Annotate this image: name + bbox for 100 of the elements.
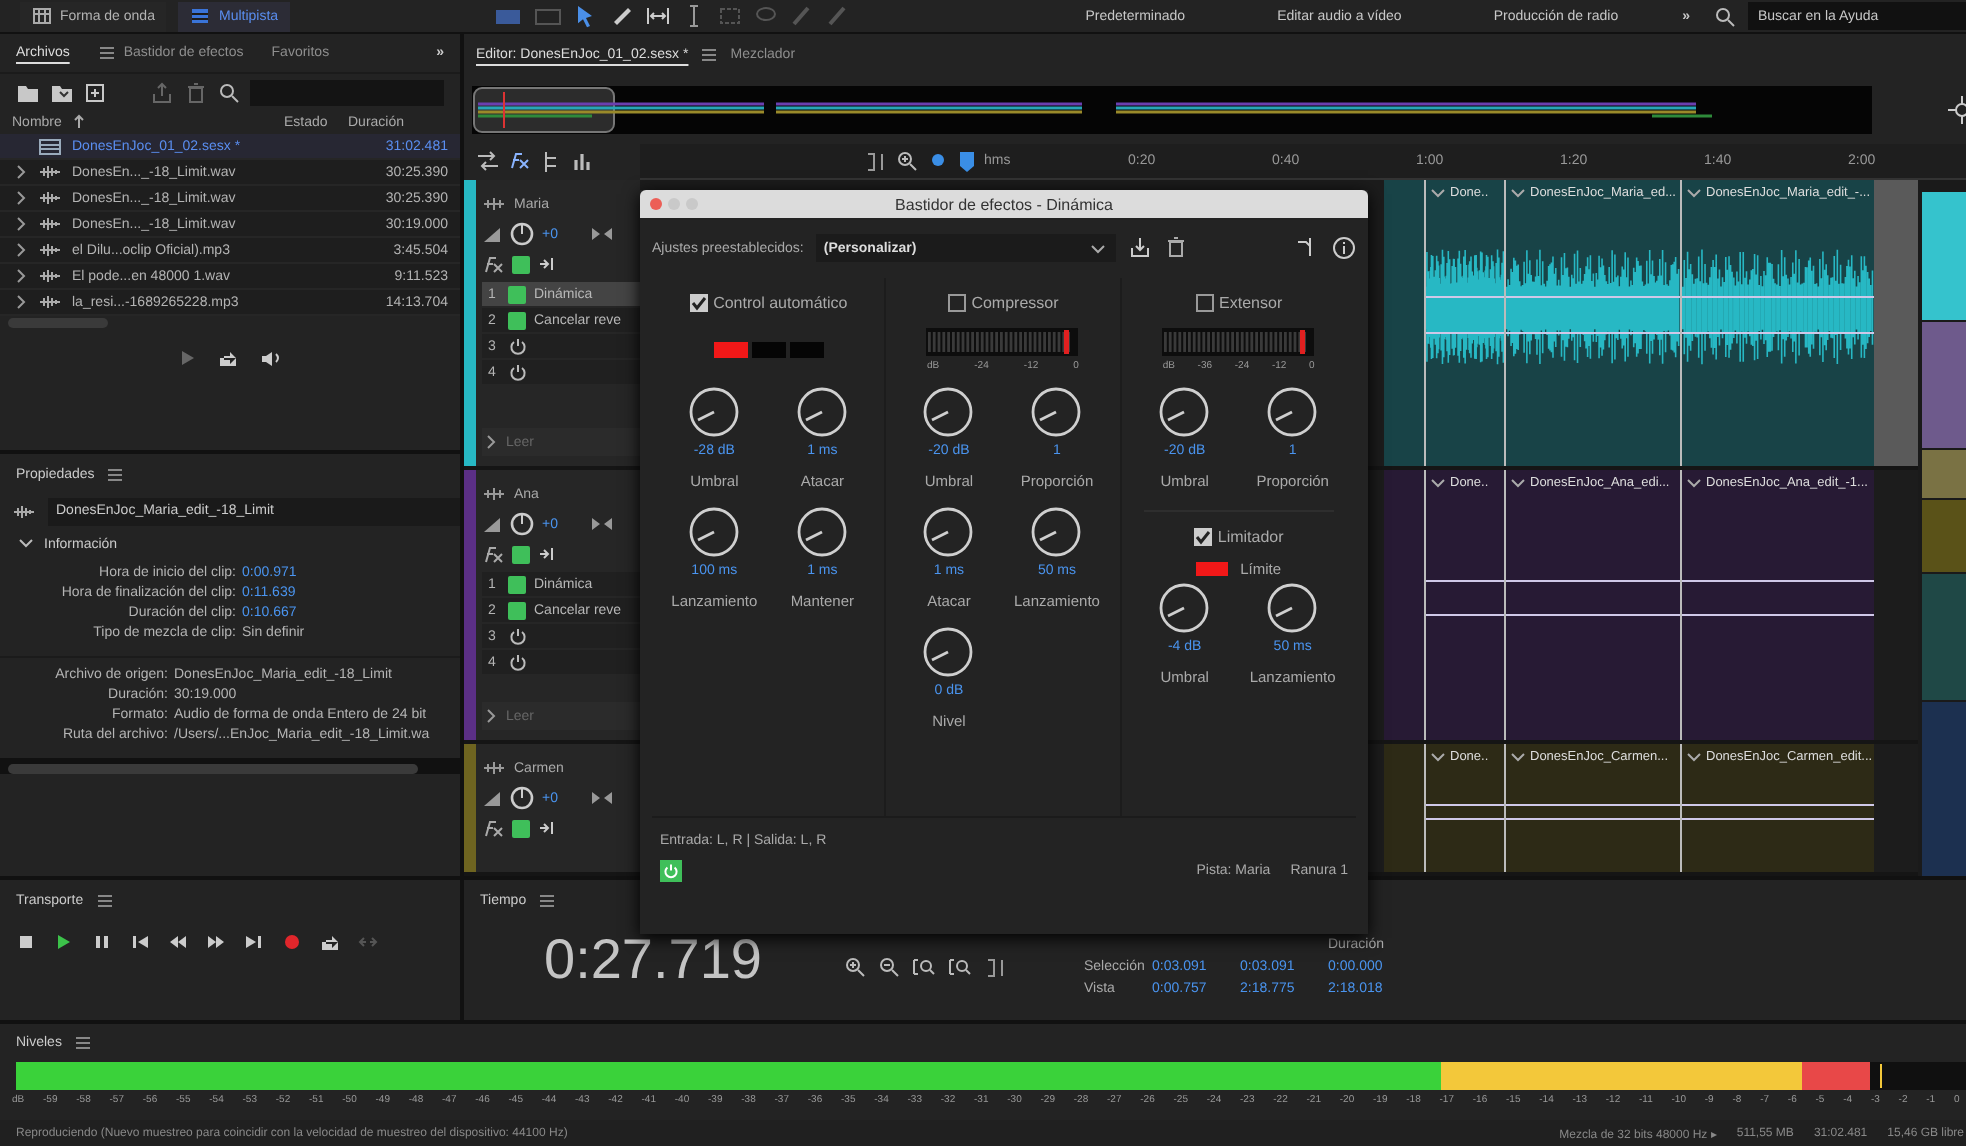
menu-icon[interactable] xyxy=(538,891,557,909)
razor-icon[interactable] xyxy=(610,4,635,28)
clip-menu-icon[interactable] xyxy=(1428,184,1446,200)
volume-envelope-line[interactable] xyxy=(1682,804,1874,807)
knob[interactable] xyxy=(922,386,975,438)
track-move-icon[interactable] xyxy=(482,484,506,504)
pan-envelope-line[interactable] xyxy=(1506,614,1680,617)
volume-envelope-line[interactable] xyxy=(1506,580,1680,583)
save-preset-icon[interactable] xyxy=(1127,236,1152,260)
effects-power-toggle[interactable] xyxy=(512,819,530,837)
volume-envelope-line[interactable] xyxy=(1426,580,1504,583)
pan-envelope-line[interactable] xyxy=(1682,818,1874,821)
output-icon[interactable] xyxy=(320,932,340,952)
swap-icon[interactable] xyxy=(476,150,500,174)
checkbox[interactable] xyxy=(689,293,708,311)
power-icon[interactable] xyxy=(508,652,528,672)
zoom-out-icon[interactable] xyxy=(878,956,900,978)
knob[interactable] xyxy=(1158,582,1211,634)
knob[interactable] xyxy=(796,386,849,438)
insert-icon[interactable] xyxy=(538,254,556,274)
effect-toggle[interactable] xyxy=(508,601,526,619)
info-icon[interactable] xyxy=(1332,236,1356,260)
knob[interactable] xyxy=(1030,386,1083,438)
zoom-in-icon[interactable] xyxy=(896,149,920,173)
scrollbar-thumb[interactable] xyxy=(8,318,108,328)
pause-icon[interactable] xyxy=(92,932,112,952)
zoom-in-icon[interactable] xyxy=(844,956,866,978)
clip-menu-icon[interactable] xyxy=(1684,748,1702,764)
pan-icon[interactable] xyxy=(589,514,614,534)
rewind-icon[interactable] xyxy=(168,932,188,952)
clip-menu-icon[interactable] xyxy=(1508,184,1526,200)
marker-icon[interactable] xyxy=(958,149,976,173)
effects-power-toggle[interactable] xyxy=(512,255,530,273)
import-icon[interactable] xyxy=(50,81,74,103)
export-icon[interactable] xyxy=(150,81,174,103)
track-move-icon[interactable] xyxy=(482,758,506,778)
folder-icon[interactable] xyxy=(16,81,40,103)
clip-menu-icon[interactable] xyxy=(1428,474,1446,490)
pan-icon[interactable] xyxy=(589,224,614,244)
audio-clip[interactable] xyxy=(1384,470,1424,740)
effect-toggle[interactable] xyxy=(508,311,526,329)
menu-icon[interactable] xyxy=(73,1034,92,1052)
checkbox-label[interactable]: Limitador xyxy=(1217,527,1284,545)
knob-icon[interactable] xyxy=(510,222,534,246)
pan-envelope-line[interactable] xyxy=(1426,614,1504,617)
pan-envelope-line[interactable] xyxy=(1682,614,1874,617)
knob-icon[interactable] xyxy=(510,786,534,810)
menu-icon[interactable] xyxy=(700,46,719,64)
knob[interactable] xyxy=(688,506,741,558)
fast-forward-icon[interactable] xyxy=(206,932,226,952)
volume-icon[interactable] xyxy=(482,224,502,244)
track-move-icon[interactable] xyxy=(482,194,506,214)
audio-clip[interactable] xyxy=(1384,744,1424,872)
power-icon[interactable] xyxy=(508,336,528,356)
expand-icon[interactable] xyxy=(482,432,498,452)
trash-icon[interactable] xyxy=(1163,236,1188,260)
effect-toggle[interactable] xyxy=(508,285,526,303)
pan-envelope-line[interactable] xyxy=(1682,332,1874,335)
play-icon[interactable] xyxy=(54,932,74,952)
power-icon[interactable] xyxy=(508,626,528,646)
menu-icon[interactable] xyxy=(95,891,114,909)
record-icon[interactable] xyxy=(282,932,302,952)
pan-envelope-line[interactable] xyxy=(1426,818,1504,821)
volume-envelope-line[interactable] xyxy=(1426,804,1504,807)
skip-to-start-icon[interactable] xyxy=(130,932,150,952)
knob[interactable] xyxy=(922,506,975,558)
clip-menu-icon[interactable] xyxy=(1684,474,1702,490)
fx-icon[interactable] xyxy=(482,254,504,274)
clip-menu-icon[interactable] xyxy=(1508,474,1526,490)
clip-menu-icon[interactable] xyxy=(1684,184,1702,200)
effect-toggle[interactable] xyxy=(508,575,526,593)
sort-icon[interactable] xyxy=(71,114,86,130)
new-file-icon[interactable] xyxy=(84,81,106,103)
pan-envelope-line[interactable] xyxy=(1506,332,1680,335)
effects-power-toggle[interactable] xyxy=(512,545,530,563)
volume-envelope-line[interactable] xyxy=(1506,804,1680,807)
stop-icon[interactable] xyxy=(16,932,36,952)
clip-menu-icon[interactable] xyxy=(1428,748,1446,764)
effects-icon[interactable] xyxy=(508,150,532,174)
menu-icon[interactable] xyxy=(106,465,125,483)
checkbox-label[interactable]: Extensor xyxy=(1219,293,1283,311)
knob[interactable] xyxy=(796,506,849,558)
insert-icon[interactable] xyxy=(538,544,556,564)
knob-icon[interactable] xyxy=(510,512,534,536)
pan-envelope-line[interactable] xyxy=(1506,818,1680,821)
audio-clip[interactable] xyxy=(1384,180,1424,466)
insert-icon[interactable] xyxy=(538,818,556,838)
volume-icon[interactable] xyxy=(482,514,502,534)
fx-icon[interactable] xyxy=(482,818,504,838)
checkbox-label[interactable]: Compressor xyxy=(971,293,1059,311)
power-icon[interactable] xyxy=(508,362,528,382)
dropdown-icon[interactable] xyxy=(1087,240,1108,256)
skip-to-end-icon[interactable] xyxy=(244,932,264,952)
knob[interactable] xyxy=(1158,386,1211,438)
checkbox[interactable] xyxy=(947,293,966,311)
knob[interactable] xyxy=(688,386,741,438)
knob[interactable] xyxy=(1266,386,1319,438)
session-overview-drawing[interactable] xyxy=(472,86,1872,134)
eq-icon[interactable] xyxy=(572,150,596,174)
fx-icon[interactable] xyxy=(482,544,504,564)
